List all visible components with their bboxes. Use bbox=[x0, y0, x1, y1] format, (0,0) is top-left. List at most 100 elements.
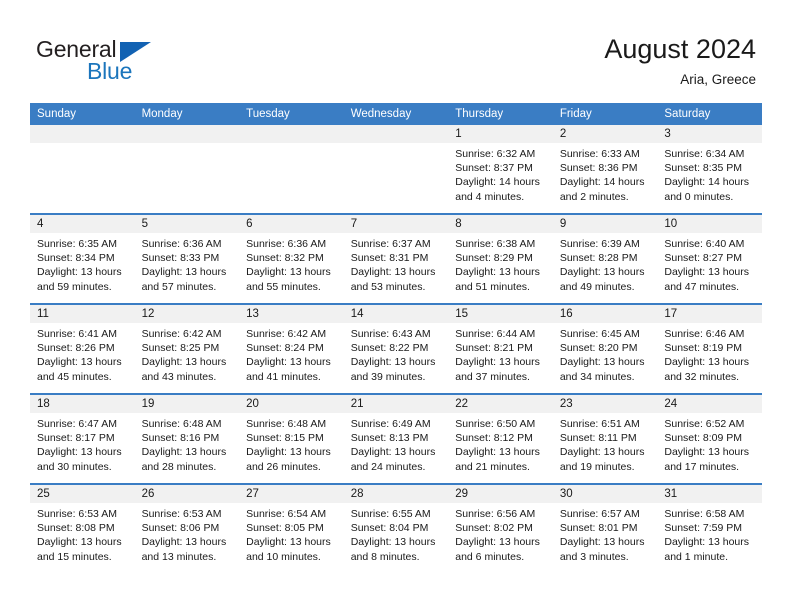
calendar-day-cell[interactable]: 29 Sunrise: 6:56 AM Sunset: 8:02 PM Dayligh… bbox=[448, 483, 553, 573]
day-number: 15 bbox=[448, 305, 553, 323]
sunrise-text: Sunrise: 6:40 AM bbox=[664, 238, 745, 250]
calendar-day-cell[interactable]: 31 Sunrise: 6:58 AM Sunset: 7:59 PM Dayligh… bbox=[657, 483, 762, 573]
calendar-day-cell[interactable]: 5 Sunrise: 6:36 AM Sunset: 8:33 PM Daylight… bbox=[134, 213, 240, 304]
sunset-text: Sunset: 8:26 PM bbox=[37, 342, 115, 355]
calendar-day-cell[interactable]: 8 Sunrise: 6:38 AM Sunset: 8:29 PM Daylight… bbox=[448, 213, 553, 304]
day-number: 13 bbox=[239, 305, 344, 323]
day-details: Sunrise: 6:53 AM Sunset: 8:06 PM Daylight:… bbox=[135, 503, 240, 564]
day-details: Sunrise: 6:54 AM Sunset: 8:05 PM Daylight:… bbox=[239, 503, 344, 564]
calendar-day-cell[interactable]: 20 Sunrise: 6:48 AM Sunset: 8:15 PM Dayligh… bbox=[239, 393, 344, 484]
title-block: August 2024 Aria, Greece bbox=[604, 33, 756, 89]
daylight-text: Daylight: 13 hours and 55 minutes. bbox=[246, 266, 331, 293]
day-number: 1 bbox=[448, 125, 553, 143]
day-number: 6 bbox=[239, 215, 344, 233]
day-number: 25 bbox=[30, 485, 135, 503]
day-content: 31 Sunrise: 6:58 AM Sunset: 7:59 PM Dayligh… bbox=[657, 485, 762, 573]
daylight-text: Daylight: 14 hours and 0 minutes. bbox=[664, 176, 750, 203]
day-content: 24 Sunrise: 6:52 AM Sunset: 8:09 PM Dayligh… bbox=[657, 395, 762, 483]
sunrise-text: Sunrise: 6:53 AM bbox=[37, 508, 117, 520]
calendar-day-cell[interactable]: 4 Sunrise: 6:35 AM Sunset: 8:34 PM Daylight… bbox=[30, 213, 135, 304]
calendar-day-cell[interactable]: 13 Sunrise: 6:42 AM Sunset: 8:24 PM Dayligh… bbox=[239, 303, 344, 394]
calendar-day-cell[interactable] bbox=[134, 125, 240, 214]
calendar-day-cell[interactable]: 30 Sunrise: 6:57 AM Sunset: 8:01 PM Dayligh… bbox=[552, 483, 658, 573]
daylight-text: Daylight: 13 hours and 26 minutes. bbox=[246, 446, 331, 473]
sunset-text: Sunset: 8:32 PM bbox=[246, 252, 324, 265]
calendar-day-cell[interactable]: 14 Sunrise: 6:43 AM Sunset: 8:22 PM Dayligh… bbox=[343, 303, 449, 394]
sunset-text: Sunset: 8:28 PM bbox=[559, 252, 638, 265]
sunset-text: Sunset: 8:25 PM bbox=[141, 342, 220, 355]
sunrise-text: Sunrise: 6:45 AM bbox=[559, 328, 640, 340]
day-content: 23 Sunrise: 6:51 AM Sunset: 8:11 PM Dayligh… bbox=[552, 395, 658, 483]
calendar-day-cell[interactable]: 18 Sunrise: 6:47 AM Sunset: 8:17 PM Dayligh… bbox=[30, 393, 135, 484]
calendar-day-cell[interactable]: 23 Sunrise: 6:51 AM Sunset: 8:11 PM Dayligh… bbox=[552, 393, 658, 484]
day-details: Sunrise: 6:57 AM Sunset: 8:01 PM Daylight:… bbox=[553, 503, 658, 564]
day-details: Sunrise: 6:40 AM Sunset: 8:27 PM Daylight:… bbox=[657, 233, 762, 294]
day-details: Sunrise: 6:49 AM Sunset: 8:13 PM Daylight:… bbox=[344, 413, 449, 474]
calendar-day-cell[interactable]: 19 Sunrise: 6:48 AM Sunset: 8:16 PM Dayligh… bbox=[134, 393, 240, 484]
sunrise-text: Sunrise: 6:48 AM bbox=[246, 418, 327, 430]
daylight-text: Daylight: 13 hours and 34 minutes. bbox=[559, 356, 645, 383]
general-blue-logo[interactable]: General Blue bbox=[36, 36, 216, 86]
calendar-day-cell[interactable]: 11 Sunrise: 6:41 AM Sunset: 8:26 PM Dayligh… bbox=[30, 303, 135, 394]
calendar-day-cell[interactable]: 15 Sunrise: 6:44 AM Sunset: 8:21 PM Dayligh… bbox=[448, 303, 553, 394]
calendar-day-cell[interactable]: 3 Sunrise: 6:34 AM Sunset: 8:35 PM Daylight… bbox=[657, 125, 762, 214]
day-content: 17 Sunrise: 6:46 AM Sunset: 8:19 PM Dayligh… bbox=[657, 305, 762, 393]
calendar-day-cell[interactable] bbox=[30, 125, 135, 214]
weekday-header-sunday: Sunday bbox=[30, 103, 135, 125]
calendar-day-cell[interactable]: 9 Sunrise: 6:39 AM Sunset: 8:28 PM Daylight… bbox=[552, 213, 658, 304]
calendar-day-cell[interactable]: 28 Sunrise: 6:55 AM Sunset: 8:04 PM Dayligh… bbox=[343, 483, 449, 573]
daylight-text: Daylight: 13 hours and 1 minute. bbox=[664, 536, 750, 563]
sunrise-text: Sunrise: 6:36 AM bbox=[141, 238, 222, 250]
day-content: 13 Sunrise: 6:42 AM Sunset: 8:24 PM Dayligh… bbox=[239, 305, 344, 393]
logo-word-blue: Blue bbox=[87, 58, 133, 84]
calendar-day-cell[interactable]: 1 Sunrise: 6:32 AM Sunset: 8:37 PM Daylight… bbox=[448, 125, 553, 214]
daylight-text: Daylight: 13 hours and 57 minutes. bbox=[141, 266, 227, 293]
day-number: 10 bbox=[657, 215, 762, 233]
day-number: 27 bbox=[239, 485, 344, 503]
calendar-grid: Sunday Monday Tuesday Wednesday Thursday… bbox=[30, 103, 762, 573]
calendar-day-cell[interactable]: 16 Sunrise: 6:45 AM Sunset: 8:20 PM Dayligh… bbox=[552, 303, 658, 394]
day-details: Sunrise: 6:51 AM Sunset: 8:11 PM Daylight:… bbox=[553, 413, 658, 474]
daylight-text: Daylight: 13 hours and 43 minutes. bbox=[141, 356, 227, 383]
sunset-text: Sunset: 8:20 PM bbox=[559, 342, 638, 355]
calendar-day-cell[interactable]: 17 Sunrise: 6:46 AM Sunset: 8:19 PM Dayligh… bbox=[657, 303, 762, 394]
sunset-text: Sunset: 8:02 PM bbox=[455, 522, 533, 535]
day-content: 14 Sunrise: 6:43 AM Sunset: 8:22 PM Dayligh… bbox=[343, 305, 449, 393]
calendar-day-cell[interactable]: 22 Sunrise: 6:50 AM Sunset: 8:12 PM Dayligh… bbox=[448, 393, 553, 484]
day-number: 11 bbox=[30, 305, 135, 323]
calendar-day-cell[interactable]: 6 Sunrise: 6:36 AM Sunset: 8:32 PM Daylight… bbox=[239, 213, 344, 304]
day-number bbox=[30, 125, 135, 143]
calendar-day-cell[interactable]: 12 Sunrise: 6:42 AM Sunset: 8:25 PM Dayligh… bbox=[134, 303, 240, 394]
calendar-day-cell[interactable]: 26 Sunrise: 6:53 AM Sunset: 8:06 PM Dayligh… bbox=[134, 483, 240, 573]
weekday-header-row: Sunday Monday Tuesday Wednesday Thursday… bbox=[30, 103, 762, 125]
calendar-day-cell[interactable]: 10 Sunrise: 6:40 AM Sunset: 8:27 PM Dayligh… bbox=[657, 213, 762, 304]
calendar-day-cell[interactable]: 24 Sunrise: 6:52 AM Sunset: 8:09 PM Dayligh… bbox=[657, 393, 762, 484]
day-content: 22 Sunrise: 6:50 AM Sunset: 8:12 PM Dayligh… bbox=[448, 395, 553, 483]
sunrise-text: Sunrise: 6:38 AM bbox=[455, 238, 536, 250]
day-details: Sunrise: 6:58 AM Sunset: 7:59 PM Daylight:… bbox=[657, 503, 762, 564]
day-number: 12 bbox=[134, 305, 240, 323]
day-number: 14 bbox=[343, 305, 449, 323]
day-number: 18 bbox=[30, 395, 135, 413]
calendar-week-row: 4 Sunrise: 6:35 AM Sunset: 8:34 PM Daylight… bbox=[30, 213, 762, 304]
calendar-day-cell[interactable]: 27 Sunrise: 6:54 AM Sunset: 8:05 PM Dayligh… bbox=[239, 483, 344, 573]
calendar-day-cell[interactable] bbox=[343, 125, 449, 214]
day-content: 10 Sunrise: 6:40 AM Sunset: 8:27 PM Dayligh… bbox=[657, 215, 762, 303]
calendar-day-cell[interactable]: 7 Sunrise: 6:37 AM Sunset: 8:31 PM Daylight… bbox=[343, 213, 449, 304]
sunset-text: Sunset: 8:06 PM bbox=[141, 522, 220, 535]
sunrise-text: Sunrise: 6:43 AM bbox=[350, 328, 431, 340]
calendar-day-cell[interactable]: 21 Sunrise: 6:49 AM Sunset: 8:13 PM Dayligh… bbox=[343, 393, 449, 484]
weekday-header-thursday: Thursday bbox=[448, 103, 553, 125]
daylight-text: Daylight: 13 hours and 30 minutes. bbox=[37, 446, 122, 473]
daylight-text: Daylight: 13 hours and 21 minutes. bbox=[455, 446, 540, 473]
daylight-text: Daylight: 13 hours and 37 minutes. bbox=[455, 356, 540, 383]
day-content: 12 Sunrise: 6:42 AM Sunset: 8:25 PM Dayligh… bbox=[134, 305, 240, 393]
calendar-day-cell[interactable]: 25 Sunrise: 6:53 AM Sunset: 8:08 PM Dayligh… bbox=[30, 483, 135, 573]
empty-day bbox=[239, 125, 344, 213]
day-number: 23 bbox=[552, 395, 658, 413]
calendar-day-cell[interactable]: 2 Sunrise: 6:33 AM Sunset: 8:36 PM Daylight… bbox=[552, 125, 658, 214]
calendar-day-cell[interactable] bbox=[239, 125, 344, 214]
sunset-text: Sunset: 8:16 PM bbox=[141, 432, 220, 445]
daylight-text: Daylight: 13 hours and 41 minutes. bbox=[246, 356, 331, 383]
day-details: Sunrise: 6:38 AM Sunset: 8:29 PM Daylight:… bbox=[448, 233, 553, 294]
